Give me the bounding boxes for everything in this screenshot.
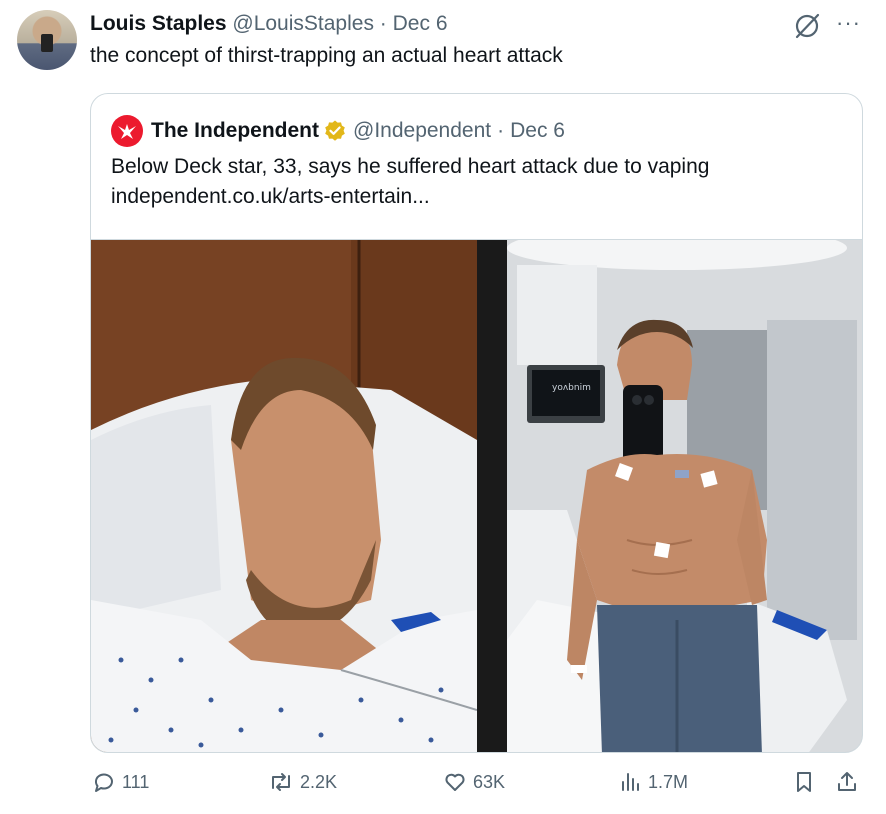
grok-icon[interactable] [793, 12, 821, 40]
author-name[interactable]: Louis Staples [90, 12, 227, 35]
reply-button[interactable]: 111 [92, 770, 149, 794]
hospital-selfie-image[interactable] [91, 240, 477, 752]
share-button[interactable] [835, 770, 865, 794]
verified-badge-icon [325, 120, 345, 141]
independent-logo [111, 115, 143, 147]
quote-header: The Independent @Independent · Dec 6 [111, 115, 565, 147]
repost-count: 2.2K [300, 771, 338, 792]
tweet-actions: 111 2.2K 63K 1.7M [90, 770, 863, 806]
quote-author-handle[interactable]: @Independent [353, 119, 491, 143]
like-button[interactable]: 63K [443, 770, 505, 794]
reply-count: 111 [122, 771, 150, 792]
header-separator: · [379, 12, 387, 35]
bookmark-button[interactable] [792, 770, 822, 794]
quote-link[interactable]: independent.co.uk/arts-entertain... [111, 182, 851, 212]
author-avatar[interactable] [17, 10, 77, 70]
mirror-frame [477, 240, 507, 752]
quote-date[interactable]: Dec 6 [510, 119, 565, 143]
quote-separator: · [497, 119, 505, 142]
monitor-text: yoʌbnim [552, 383, 591, 393]
like-icon [445, 773, 465, 791]
quote-media[interactable]: yoʌbnim [91, 239, 862, 752]
repost-button[interactable]: 2.2K [268, 770, 337, 794]
mirror-selfie-image[interactable]: yoʌbnim [507, 240, 862, 752]
tweet-date[interactable]: Dec 6 [393, 12, 448, 35]
like-count: 63K [473, 771, 506, 792]
tweet-text: the concept of thirst-trapping an actual… [90, 44, 563, 67]
quote-text: Below Deck star, 33, says he suffered he… [111, 155, 710, 178]
bookmark-icon [797, 772, 811, 792]
views-count: 1.7M [648, 771, 689, 792]
more-icon[interactable]: ··· [836, 10, 861, 36]
author-handle[interactable]: @LouisStaples [232, 12, 374, 35]
quote-text-block: Below Deck star, 33, says he suffered he… [111, 152, 851, 212]
reply-icon [94, 773, 113, 792]
quote-author-name[interactable]: The Independent [151, 119, 319, 143]
quoted-tweet[interactable]: The Independent @Independent · Dec 6 Bel… [90, 93, 863, 753]
tweet-header: Louis Staples @LouisStaples · Dec 6 [90, 12, 448, 36]
views-button[interactable]: 1.7M [618, 770, 688, 794]
views-icon [622, 773, 639, 791]
repost-icon [272, 773, 290, 791]
share-icon [838, 772, 856, 791]
